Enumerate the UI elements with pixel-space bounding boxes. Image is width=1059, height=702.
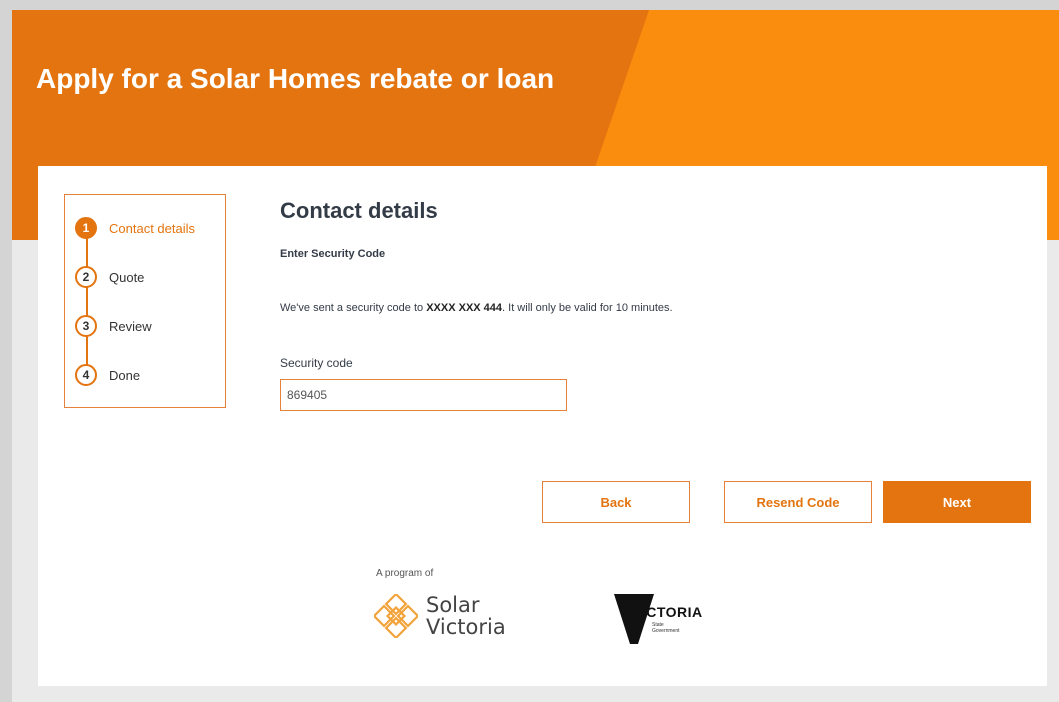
step-done: 4 Done xyxy=(75,364,140,386)
section-title: Contact details xyxy=(280,198,438,223)
resend-code-button[interactable]: Resend Code xyxy=(724,481,872,523)
masked-phone-number: XXXX XXX 444 xyxy=(426,302,503,314)
step-label: Review xyxy=(109,318,152,334)
victoria-state-government-logo: VICTORIA State Government xyxy=(614,594,702,644)
wordmark-line-2: Victoria xyxy=(426,615,506,639)
step-number-badge: 3 xyxy=(75,315,97,337)
step-quote: 2 Quote xyxy=(75,266,144,288)
step-number-badge: 1 xyxy=(75,217,97,239)
back-button[interactable]: Back xyxy=(542,481,690,523)
step-number-badge: 2 xyxy=(75,266,97,288)
next-button[interactable]: Next xyxy=(883,481,1031,523)
step-contact-details: 1 Contact details xyxy=(75,217,195,239)
info-prefix: We've sent a security code to xyxy=(280,302,427,314)
solar-victoria-logo: Solar Victoria xyxy=(374,594,506,638)
security-code-heading: Enter Security Code xyxy=(280,248,386,260)
security-code-label: Security code xyxy=(280,356,353,370)
victoria-subtitle: State Government xyxy=(652,622,680,634)
step-label: Quote xyxy=(109,269,145,285)
step-review: 3 Review xyxy=(75,315,152,337)
page-title: Apply for a Solar Homes rebate or loan xyxy=(36,63,555,94)
victoria-wordmark: VICTORIA xyxy=(632,604,703,620)
solar-victoria-wordmark: Solar Victoria xyxy=(426,594,506,638)
security-code-info: We've sent a security code to XXXX XXX 4… xyxy=(280,302,673,314)
step-number-badge: 4 xyxy=(75,364,97,386)
stepper-connector-line xyxy=(86,229,88,376)
step-label: Contact details xyxy=(109,220,195,236)
program-of-text: A program of xyxy=(376,568,434,579)
solar-victoria-emblem-icon xyxy=(374,594,418,638)
security-code-input[interactable] xyxy=(280,379,567,411)
info-suffix: . It will only be valid for 10 minutes. xyxy=(502,302,673,314)
wordmark-line-1: Solar xyxy=(426,593,480,617)
form-card: 1 Contact details 2 Quote 3 Review 4 Don… xyxy=(38,166,1047,686)
step-label: Done xyxy=(109,367,141,383)
progress-stepper: 1 Contact details 2 Quote 3 Review 4 Don… xyxy=(64,194,226,408)
